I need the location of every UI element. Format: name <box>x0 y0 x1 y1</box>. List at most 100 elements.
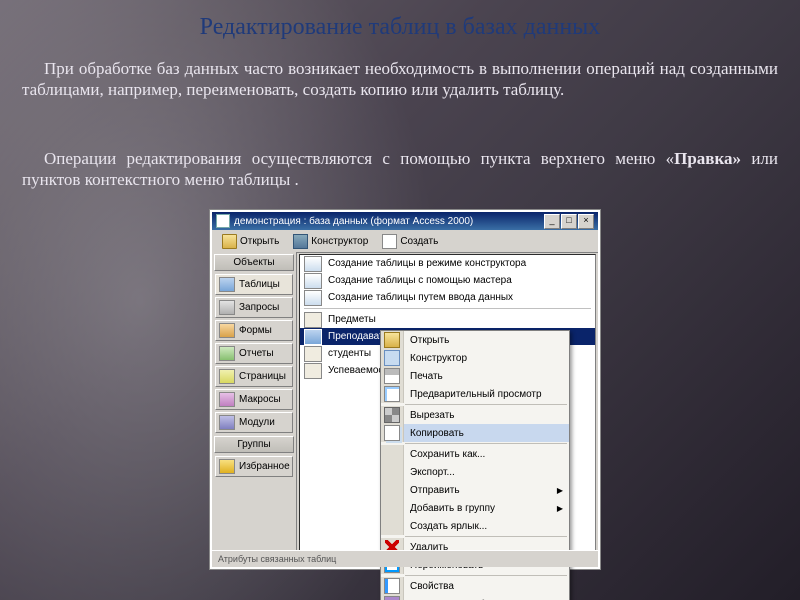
chevron-right-icon: ▶ <box>557 486 563 495</box>
list-item-create-wizard[interactable]: Создание таблицы с помощью мастера <box>300 272 595 289</box>
close-button[interactable]: × <box>578 214 594 229</box>
ctx-add-group[interactable]: Добавить в группу▶ <box>381 499 569 517</box>
tables-icon <box>219 277 235 292</box>
sidebar-item-favorites[interactable]: Избранное <box>215 456 293 477</box>
paragraph-2a: Операции редактирования осуществляются с… <box>44 149 674 168</box>
sidebar-item-label: Отчеты <box>239 348 274 359</box>
list-item-create-entry[interactable]: Создание таблицы путем ввода данных <box>300 289 595 306</box>
create-button[interactable]: Создать <box>376 232 444 251</box>
forms-icon <box>219 323 235 338</box>
ctx-label: Конструктор <box>404 353 569 364</box>
ctx-shortcut[interactable]: Создать ярлык... <box>381 517 569 535</box>
ctx-cut[interactable]: Вырезать <box>381 406 569 424</box>
sidebar-item-tables[interactable]: Таблицы <box>215 274 293 295</box>
ctx-properties[interactable]: Свойства <box>381 577 569 595</box>
sidebar-group-groups[interactable]: Группы <box>214 436 294 453</box>
sidebar-item-pages[interactable]: Страницы <box>215 366 293 387</box>
ctx-dependencies[interactable]: Зависимости объектов... <box>381 595 569 600</box>
ctx-saveas[interactable]: Сохранить как... <box>381 445 569 463</box>
dependencies-icon <box>384 596 400 600</box>
app-icon <box>216 214 230 228</box>
table-icon <box>304 312 322 328</box>
ctx-separator <box>405 404 567 405</box>
sidebar-item-forms[interactable]: Формы <box>215 320 293 341</box>
sidebar-item-label: Формы <box>239 325 272 336</box>
ctx-preview[interactable]: Предварительный просмотр <box>381 385 569 403</box>
ctx-label: Предварительный просмотр <box>404 389 569 400</box>
open-icon <box>222 234 237 249</box>
paragraph-2: Операции редактирования осуществляются с… <box>22 148 778 191</box>
ctx-design[interactable]: Конструктор <box>381 349 569 367</box>
sidebar-item-label: Страницы <box>239 371 286 382</box>
list-item-create-designer[interactable]: Создание таблицы в режиме конструктора <box>300 255 595 272</box>
design-icon <box>293 234 308 249</box>
wizard-icon <box>304 290 322 306</box>
paragraph-1: При обработке баз данных часто возникает… <box>22 58 778 101</box>
wizard-icon <box>304 273 322 289</box>
paragraph-1-text: При обработке баз данных часто возникает… <box>22 59 778 99</box>
preview-icon <box>384 386 400 402</box>
open-button[interactable]: Открыть <box>216 232 285 251</box>
ctx-label: Экспорт... <box>404 467 569 478</box>
chevron-right-icon: ▶ <box>557 504 563 513</box>
modules-icon <box>219 415 235 430</box>
sidebar-item-label: Избранное <box>239 461 290 472</box>
table-icon <box>304 363 322 379</box>
status-text: Атрибуты связанных таблиц <box>218 554 336 564</box>
ctx-separator <box>405 575 567 576</box>
new-icon <box>382 234 397 249</box>
minimize-button[interactable]: _ <box>544 214 560 229</box>
list-item-label: Предметы <box>328 314 376 325</box>
ctx-label: Отправить <box>404 485 569 496</box>
wizard-icon <box>304 256 322 272</box>
favorites-icon <box>219 459 235 474</box>
status-bar: Атрибуты связанных таблиц <box>212 550 598 567</box>
table-icon <box>304 329 322 345</box>
table-icon <box>304 346 322 362</box>
print-icon <box>384 368 400 384</box>
toolbar: Открыть Конструктор Создать <box>212 230 598 253</box>
sidebar-item-label: Макросы <box>239 394 281 405</box>
titlebar: демонстрация : база данных (формат Acces… <box>212 212 598 230</box>
sidebar: Объекты Таблицы Запросы Формы Отчеты Стр… <box>212 252 297 567</box>
sidebar-item-modules[interactable]: Модули <box>215 412 293 433</box>
sidebar-item-reports[interactable]: Отчеты <box>215 343 293 364</box>
list-item-label: Успеваемос <box>328 365 383 376</box>
design-button[interactable]: Конструктор <box>287 232 374 251</box>
properties-icon <box>384 578 400 594</box>
open-label: Открыть <box>240 236 279 247</box>
open-icon <box>384 332 400 348</box>
pages-icon <box>219 369 235 384</box>
separator <box>304 308 591 309</box>
design-icon <box>384 350 400 366</box>
list-item-label: Создание таблицы с помощью мастера <box>328 275 512 286</box>
queries-icon <box>219 300 235 315</box>
reports-icon <box>219 346 235 361</box>
window-title: демонстрация : база данных (формат Acces… <box>234 216 473 227</box>
ctx-label: Открыть <box>404 335 569 346</box>
access-window: демонстрация : база данных (формат Acces… <box>210 210 600 569</box>
ctx-copy[interactable]: Копировать <box>381 424 569 442</box>
create-label: Создать <box>400 236 438 247</box>
cut-icon <box>384 407 400 423</box>
ctx-label: Вырезать <box>404 410 569 421</box>
ctx-label: Печать <box>404 371 569 382</box>
sidebar-item-macros[interactable]: Макросы <box>215 389 293 410</box>
ctx-print[interactable]: Печать <box>381 367 569 385</box>
macros-icon <box>219 392 235 407</box>
maximize-button[interactable]: □ <box>561 214 577 229</box>
ctx-send[interactable]: Отправить▶ <box>381 481 569 499</box>
sidebar-item-label: Запросы <box>239 302 279 313</box>
ctx-open[interactable]: Открыть <box>381 331 569 349</box>
ctx-export[interactable]: Экспорт... <box>381 463 569 481</box>
sidebar-item-queries[interactable]: Запросы <box>215 297 293 318</box>
sidebar-group-objects[interactable]: Объекты <box>214 254 294 271</box>
slide-title: Редактирование таблиц в базах данных <box>0 14 800 41</box>
design-label: Конструктор <box>311 236 368 247</box>
paragraph-2b-bold: Правка» <box>674 149 741 168</box>
sidebar-item-label: Модули <box>239 417 275 428</box>
ctx-label: Копировать <box>404 428 569 439</box>
list-item-subjects[interactable]: Предметы <box>300 311 595 328</box>
ctx-label: Свойства <box>404 581 569 592</box>
ctx-label: Сохранить как... <box>404 449 569 460</box>
